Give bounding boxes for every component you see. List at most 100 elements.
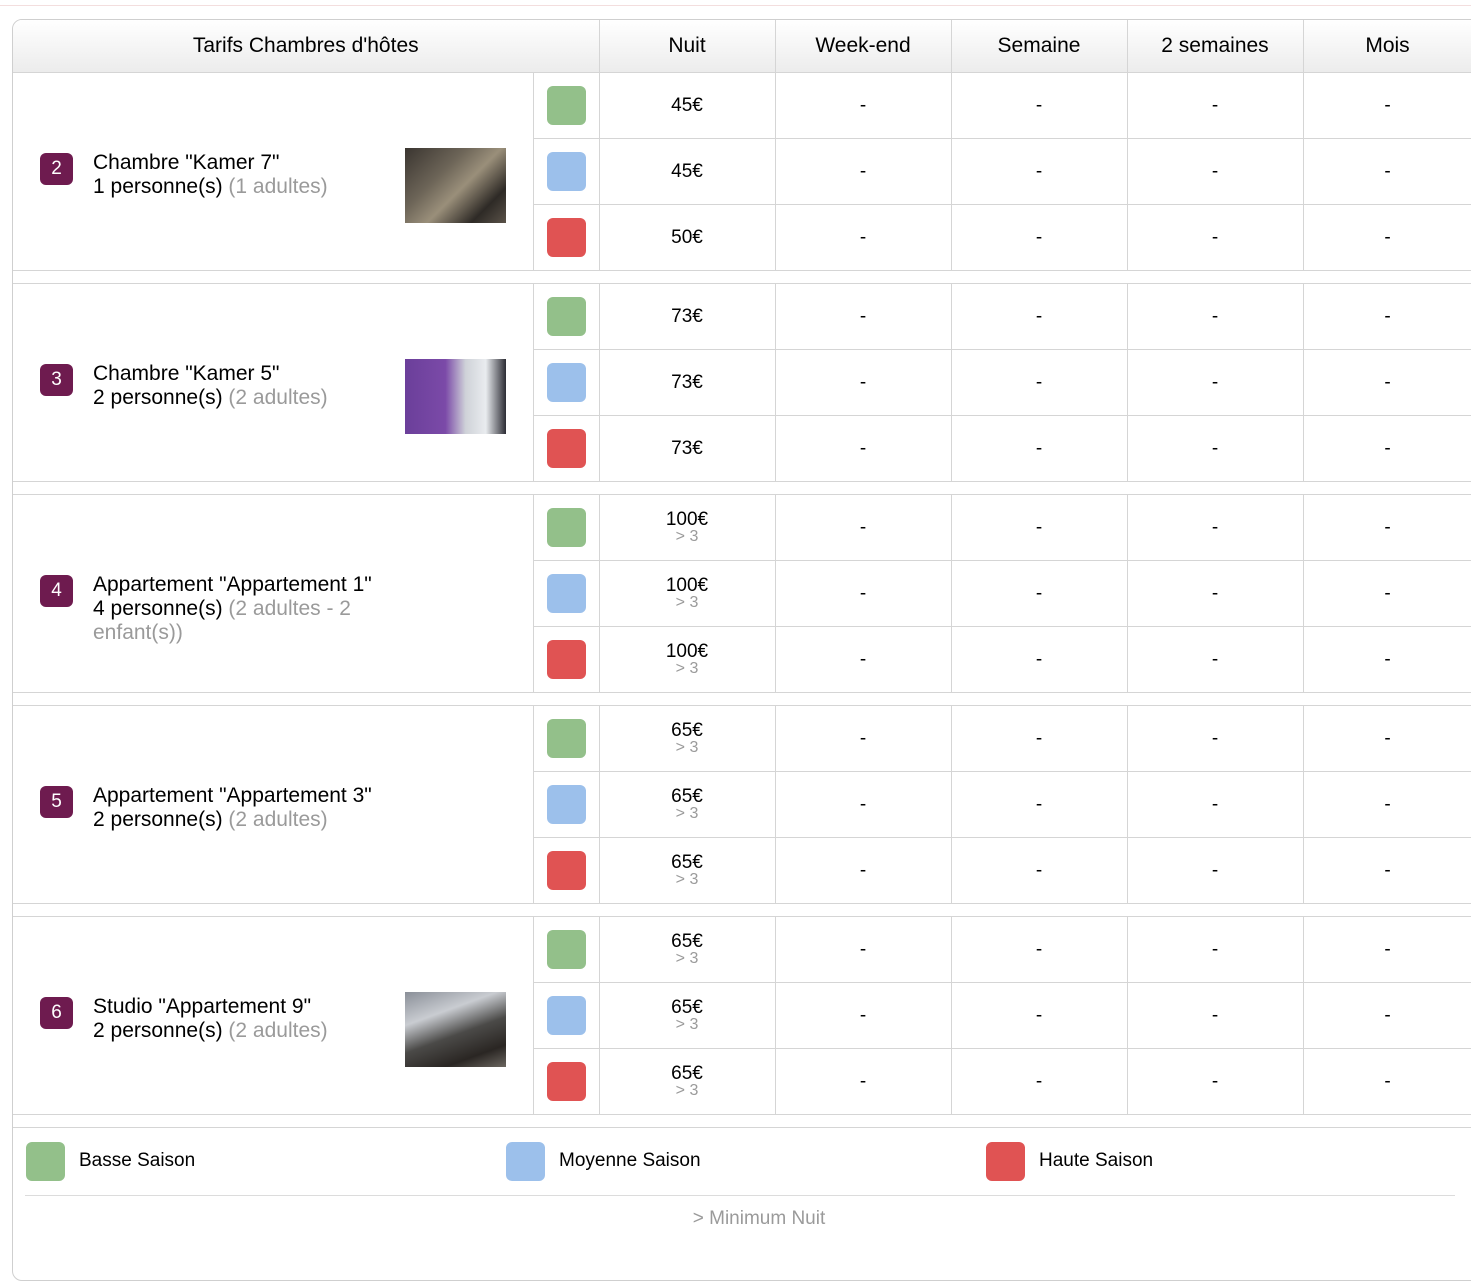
minimum-nights: > 3 [675,950,699,967]
night-price-cell: 65€ > 3 [598,705,776,772]
two-weeks-price: - [1126,204,1304,271]
room-info: Appartement "Appartement 3" 2 personne(s)… [93,784,393,832]
night-price-cell: 65€ > 3 [598,771,776,838]
season-swatch-cell [532,204,600,271]
week-price: - [950,705,1128,772]
season-legend: Basse Saison Moyenne Saison Haute Saison… [13,1128,1471,1248]
two-weeks-price: - [1126,771,1304,838]
room-photo[interactable] [405,359,506,434]
room-separator [13,1114,1471,1128]
season-swatch-cell [532,837,600,904]
weekend-price: - [774,349,952,416]
separator-cell [13,692,1471,706]
room-occupancy-detail: (2 adultes) [228,386,328,409]
room-occupancy-detail: (2 adultes) [228,808,328,831]
room-number-badge: 5 [40,786,73,818]
basse-saison-swatch [546,86,586,125]
week-price: - [950,138,1128,205]
night-price: 100€ [665,575,709,596]
weekend-price: - [774,494,952,561]
night-price: 65€ [671,931,703,952]
night-price-cell: 45€ [598,138,776,205]
night-price-cell: 50€ [598,204,776,271]
week-price: - [950,982,1128,1049]
basse-saison-swatch [546,930,586,969]
weekend-price: - [774,705,952,772]
haute-saison-swatch [546,1062,586,1101]
night-price-cell: 65€ > 3 [598,916,776,983]
two-weeks-price: - [1126,1048,1304,1115]
month-price: - [1302,626,1471,693]
minimum-nights: > 3 [675,871,699,888]
room-name: Appartement "Appartement 1" [93,573,372,596]
week-price: - [950,916,1128,983]
room-name: Studio "Appartement 9" [93,995,312,1018]
night-price-cell: 45€ [598,72,776,139]
room-cell: 4 Appartement "Appartement 1" 4 personne(s… [13,494,534,693]
legend-label: Moyenne Saison [559,1150,701,1171]
month-price: - [1302,349,1471,416]
room-photo[interactable] [405,148,506,223]
weekend-price: - [774,771,952,838]
night-price-cell: 73€ [598,283,776,350]
moyenne-saison-swatch [506,1142,545,1181]
header-weekend: Week-end [774,20,952,73]
night-price: 73€ [671,372,703,393]
week-price: - [950,626,1128,693]
moyenne-saison-swatch [546,152,586,191]
season-swatch-cell [532,138,600,205]
month-price: - [1302,1048,1471,1115]
room-photo[interactable] [405,992,506,1067]
room-cell: 3 Chambre "Kamer 5" 2 personne(s) (2 adult… [13,283,534,482]
weekend-price: - [774,204,952,271]
basse-saison-swatch [26,1142,65,1181]
week-price: - [950,494,1128,561]
season-swatch-cell [532,349,600,416]
two-weeks-price: - [1126,415,1304,482]
month-price: - [1302,72,1471,139]
night-price-cell: 73€ [598,349,776,416]
minimum-night-note: > Minimum Nuit [692,1208,826,1229]
night-price: 65€ [671,720,703,741]
week-price: - [950,349,1128,416]
room-separator [13,692,1471,706]
minimum-nights: > 3 [675,660,699,677]
season-swatch-cell [532,283,600,350]
night-price: 50€ [671,227,703,248]
night-price: 73€ [671,438,703,459]
season-swatch-cell [532,72,600,139]
season-swatch-cell [532,415,600,482]
month-price: - [1302,138,1471,205]
room-name: Chambre "Kamer 7" [93,151,280,174]
separator-cell [13,903,1471,917]
season-swatch-cell [532,494,600,561]
room-separator [13,270,1471,284]
room-persons: 2 personne(s) [93,808,223,831]
two-weeks-price: - [1126,626,1304,693]
week-price: - [950,283,1128,350]
basse-saison-swatch [546,719,586,758]
rate-row: 6 Studio "Appartement 9" 2 personne(s) (2 … [13,916,1471,1115]
month-price: - [1302,415,1471,482]
room-number-badge: 2 [40,153,73,185]
rate-row: 3 Chambre "Kamer 5" 2 personne(s) (2 adult… [13,283,1471,482]
minimum-nights: > 3 [675,805,699,822]
night-price: 65€ [671,997,703,1018]
room-name: Chambre "Kamer 5" [93,362,280,385]
top-divider [0,5,1471,6]
night-price: 45€ [671,161,703,182]
two-weeks-price: - [1126,916,1304,983]
month-price: - [1302,916,1471,983]
haute-saison-swatch [546,851,586,890]
haute-saison-swatch [546,218,586,257]
weekend-price: - [774,72,952,139]
room-occupancy-detail: (1 adultes) [228,175,328,198]
basse-saison-swatch [546,508,586,547]
week-price: - [950,1048,1128,1115]
weekend-price: - [774,1048,952,1115]
month-price: - [1302,494,1471,561]
week-price: - [950,204,1128,271]
room-number-badge: 4 [40,575,73,607]
haute-saison-swatch [546,429,586,468]
night-price-cell: 100€ > 3 [598,494,776,561]
